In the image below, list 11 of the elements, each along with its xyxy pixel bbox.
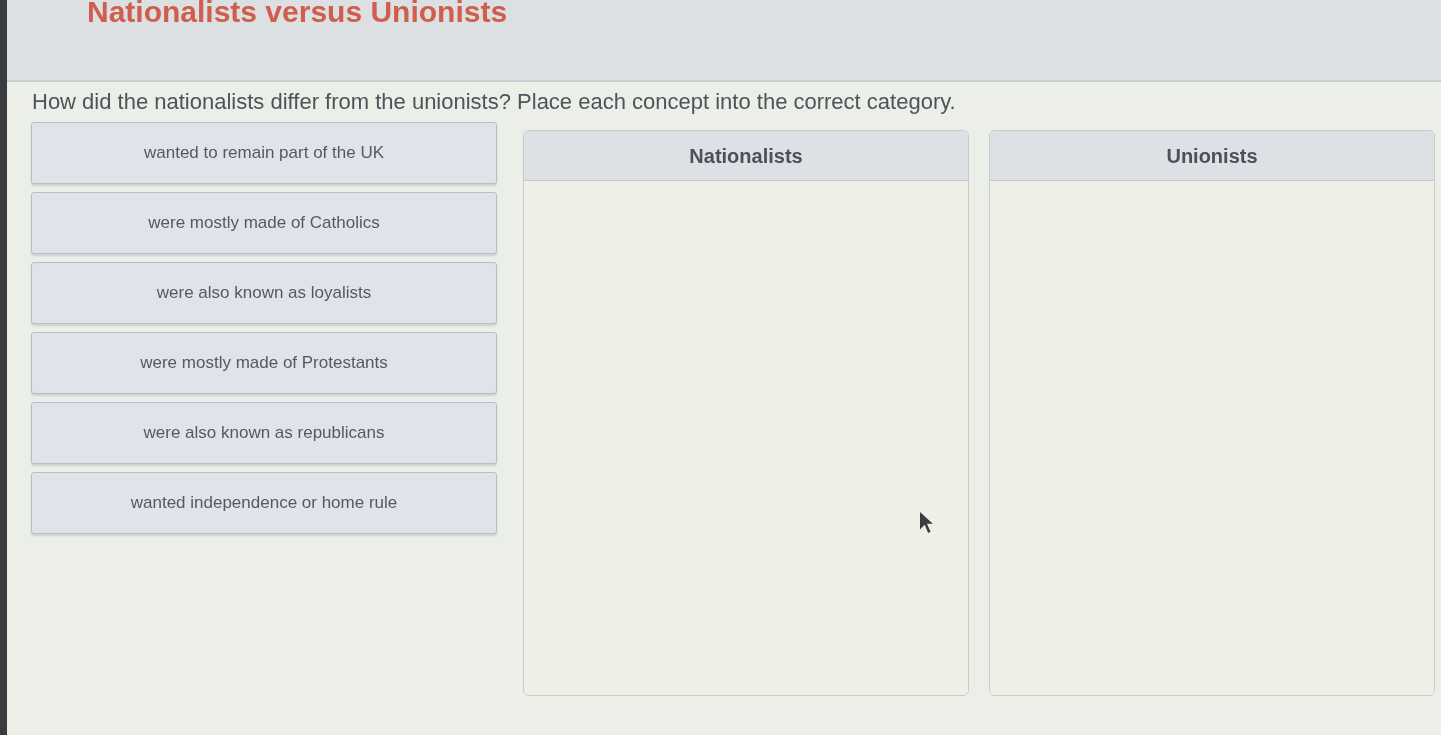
question-text: How did the nationalists differ from the unionists? Place each concept into the correct category.: [32, 88, 957, 116]
category-header: Nationalists: [524, 131, 968, 181]
concept-card[interactable]: were also known as loyalists: [31, 262, 497, 324]
page-title: Nationalists versus Unionists: [87, 0, 508, 28]
concept-card[interactable]: wanted to remain part of the UK: [31, 122, 497, 184]
concept-card[interactable]: were mostly made of Protestants: [31, 332, 497, 394]
concept-card[interactable]: were also known as republicans: [31, 402, 497, 464]
mouse-cursor-icon: [920, 512, 934, 533]
concept-card[interactable]: wanted independence or home rule: [31, 472, 497, 534]
concept-card[interactable]: were mostly made of Catholics: [31, 192, 497, 254]
category-header: Unionists: [990, 131, 1434, 181]
